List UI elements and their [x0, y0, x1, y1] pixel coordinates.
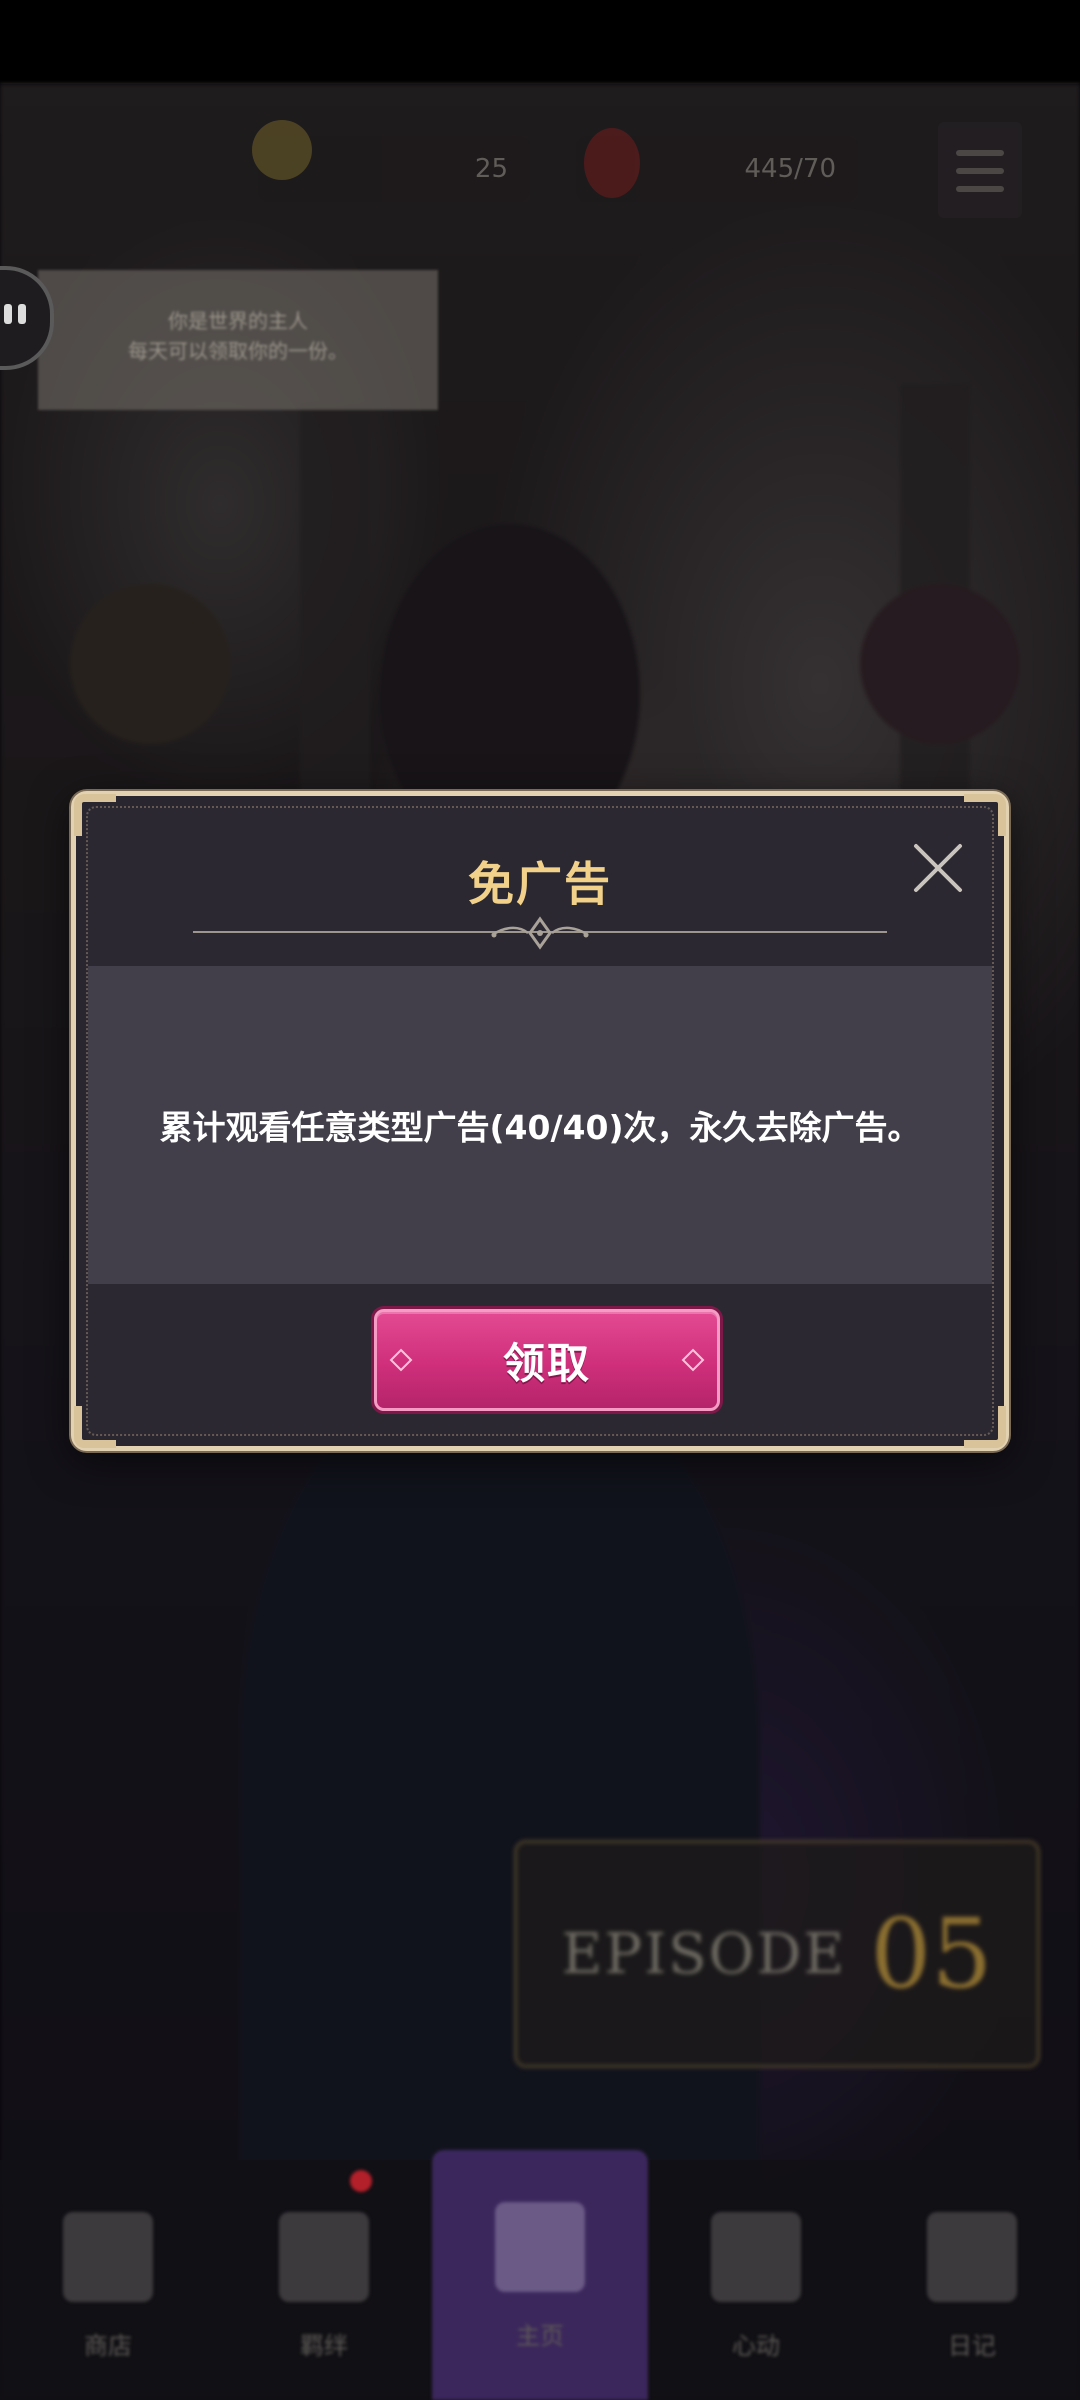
gem-icon	[584, 128, 640, 198]
modal-body: 累计观看任意类型广告(40/40)次，永久去除广告。	[88, 966, 992, 1284]
close-icon[interactable]	[910, 840, 966, 896]
episode-number: 05	[870, 1898, 993, 2010]
modal-footer: 领取	[88, 1284, 992, 1434]
nav-item-home: 主页	[432, 2150, 648, 2400]
nav-item-diary: 日记	[864, 2160, 1080, 2400]
modal-header: 免广告	[88, 808, 992, 973]
diamond-ornament-icon	[681, 1348, 705, 1372]
modal-message: 累计观看任意类型广告(40/40)次，永久去除广告。	[159, 1108, 921, 1147]
nav-label: 心动	[732, 2332, 780, 2360]
currency-amount: 25	[474, 154, 508, 184]
notebook-icon	[927, 2212, 1017, 2302]
currency-amount: 445/70	[744, 154, 836, 184]
bottom-navigation: 商店 羁绊 主页 心动 日记	[0, 2150, 1080, 2400]
ornament-icon	[491, 916, 589, 950]
frame-corner	[74, 794, 116, 836]
frame-corner	[964, 794, 1006, 836]
status-bar	[0, 0, 1080, 84]
notice-board: 你是世界的主人 每天可以领取你的一份。	[38, 270, 438, 410]
episode-word: EPISODE	[561, 1921, 847, 1987]
episode-plate: EPISODE 05	[514, 1840, 1040, 2068]
shop-icon	[63, 2212, 153, 2302]
nav-label: 主页	[516, 2322, 564, 2350]
nav-label: 羁绊	[300, 2332, 348, 2360]
claim-button-label: 领取	[502, 1338, 591, 1388]
heart-card-icon	[279, 2212, 369, 2302]
notification-dot	[350, 2170, 372, 2192]
ad-free-modal: 免广告 累计观看任意类型广告(40/40)次，永久去除广告。 领取	[71, 791, 1009, 1451]
nav-label: 商店	[84, 2332, 132, 2360]
nav-item-heart: 心动	[648, 2160, 864, 2400]
frame-corner	[964, 1406, 1006, 1448]
castle-icon	[495, 2202, 585, 2292]
nav-item-shop: 商店	[0, 2160, 216, 2400]
frame-corner	[74, 1406, 116, 1448]
key-icon	[252, 120, 312, 180]
claim-button[interactable]: 领取	[374, 1309, 720, 1411]
menu-icon	[938, 122, 1022, 218]
heart-icon	[711, 2212, 801, 2302]
game-screen: 25 445/70 你是世界的主人 每天可以领取你的一份。 EPISODE 05…	[0, 0, 1080, 2400]
notice-text: 你是世界的主人 每天可以领取你的一份。	[128, 309, 348, 363]
modal-title: 免广告	[468, 857, 612, 911]
nav-label: 日记	[948, 2332, 996, 2360]
diamond-ornament-icon	[389, 1348, 413, 1372]
nav-item-bond: 羁绊	[216, 2160, 432, 2400]
